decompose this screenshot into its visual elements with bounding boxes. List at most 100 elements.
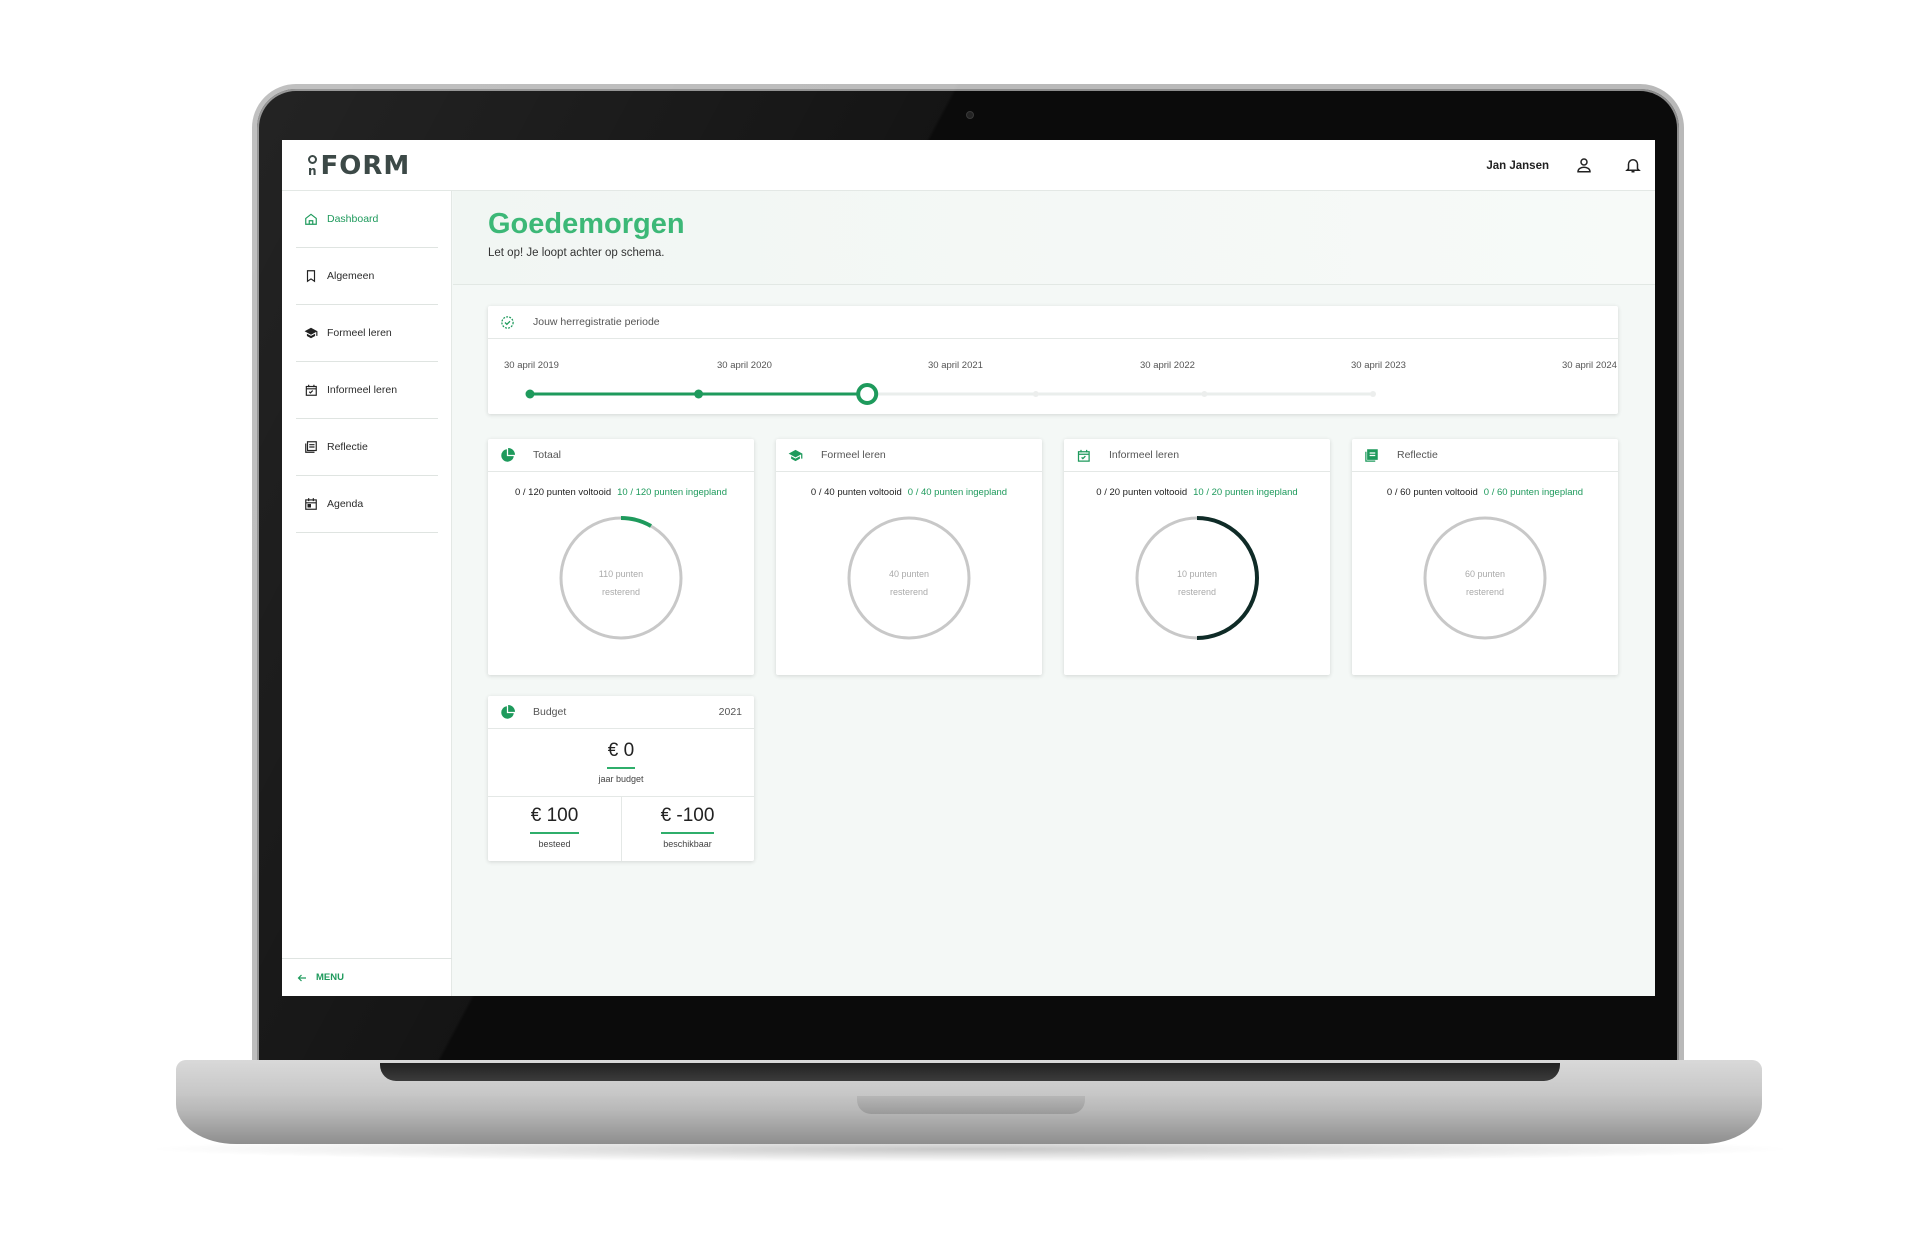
card-header: Reflectie: [1352, 439, 1618, 472]
points-done: 0 / 120 punten voltooid: [514, 487, 612, 498]
app-logo[interactable]: n FORM: [308, 151, 411, 181]
timeline-point-future: [1201, 391, 1208, 397]
logo-text: FORM: [320, 151, 411, 181]
timeline-date: 30 april 2019: [504, 360, 559, 371]
pie-chart-icon: [501, 704, 515, 719]
card-header: Budget 2021: [488, 696, 754, 729]
greeting-header: Goedemorgen Let op! Je loopt achter op s…: [453, 191, 1655, 285]
points-summary: 0 / 40 punten voltooid 0 / 40 punten inge…: [776, 487, 1042, 498]
sidebar-item-label: Formeel leren: [327, 327, 392, 339]
remaining-label: resterend: [1177, 587, 1217, 597]
remaining-value: 40 punten: [888, 569, 930, 579]
points-planned: 10 / 120 punten ingepland: [617, 487, 728, 498]
points-planned: 0 / 40 punten ingepland: [907, 487, 1008, 498]
keyboard-edge: [380, 1063, 1560, 1081]
sidebar-item-label: Dashboard: [327, 213, 379, 225]
spent-value: € 100: [530, 805, 579, 826]
available-label: beschikbaar: [663, 839, 712, 849]
remaining-value: 110 punten: [598, 569, 644, 579]
sidebar-item-label: Agenda: [327, 498, 364, 510]
main-content: Goedemorgen Let op! Je loopt achter op s…: [453, 191, 1655, 996]
points-summary: 0 / 120 punten voltooid 10 / 120 punten i…: [488, 487, 754, 498]
laptop-notch: [857, 1096, 1085, 1114]
sidebar-item-formeel-leren[interactable]: Formeel leren: [296, 305, 438, 362]
card-header: Formeel leren: [776, 439, 1042, 472]
points-planned: 10 / 20 punten ingepland: [1193, 487, 1298, 498]
webcam: [966, 111, 974, 119]
sidebar-item-reflectie[interactable]: Reflectie: [296, 419, 438, 476]
timeline-point-done: [694, 389, 704, 399]
sidebar-item-dashboard[interactable]: Dashboard: [296, 191, 438, 248]
ring-label: 40 punten resterend: [846, 565, 972, 601]
app-screen: n FORM Jan Jansen Dashboard Algemeen For…: [282, 140, 1655, 996]
card-header: Informeel leren: [1064, 439, 1330, 472]
remaining-value: 60 punten: [1464, 569, 1506, 579]
ring-progress-arc: [620, 516, 652, 528]
card-title: Jouw herregistratie periode: [533, 316, 660, 328]
top-bar: n FORM Jan Jansen: [282, 140, 1655, 191]
pie-chart-icon: [501, 447, 515, 462]
timeline-point-current: [856, 383, 879, 405]
sidebar-item-algemeen[interactable]: Algemeen: [296, 248, 438, 305]
points-done: 0 / 60 punten voltooid: [1386, 487, 1478, 498]
available-underline: [661, 832, 714, 834]
stat-card-informeel-leren: Informeel leren 0 / 20 punten voltooid 10…: [1064, 439, 1330, 675]
sidebar-item-label: Reflectie: [327, 441, 368, 453]
annual-budget-underline: [607, 767, 635, 769]
page-title: Goedemorgen: [488, 208, 685, 240]
menu-label: MENU: [316, 972, 344, 983]
points-summary: 0 / 20 punten voltooid 10 / 20 punten ing…: [1064, 487, 1330, 498]
points-summary: 0 / 60 punten voltooid 0 / 60 punten inge…: [1352, 487, 1618, 498]
card-title: Formeel leren: [821, 449, 886, 461]
timeline-date: 30 april 2023: [1351, 360, 1406, 371]
ring-label: 10 punten resterend: [1134, 565, 1260, 601]
budget-year: 2021: [718, 706, 742, 718]
ring-label: 60 punten resterend: [1422, 565, 1548, 601]
home-icon: [305, 213, 317, 225]
registration-period-card: Jouw herregistratie periode 30 april 201…: [488, 306, 1618, 414]
points-done: 0 / 20 punten voltooid: [1096, 487, 1188, 498]
sidebar: Dashboard Algemeen Formeel leren Informe…: [282, 191, 452, 996]
clock-check-icon: [501, 315, 514, 329]
notes-icon: [305, 441, 317, 453]
arrow-left-icon: [297, 974, 306, 981]
spent-label: besteed: [538, 839, 571, 849]
timeline-date: 30 april 2021: [928, 360, 983, 371]
annual-budget-label: jaar budget: [598, 774, 644, 784]
user-icon[interactable]: [1575, 156, 1593, 174]
logo-mark: n: [308, 155, 318, 177]
notes-icon: [1365, 448, 1378, 462]
timeline-date: 30 april 2020: [717, 360, 772, 371]
card-header: Totaal: [488, 439, 754, 472]
timeline-point-future: [1032, 391, 1039, 397]
card-title: Reflectie: [1397, 449, 1438, 461]
stat-card-formeel-leren: Formeel leren 0 / 40 punten voltooid 0 / …: [776, 439, 1042, 675]
remaining-label: resterend: [889, 587, 929, 597]
spent-underline: [530, 832, 579, 834]
remaining-value: 10 punten: [1176, 569, 1218, 579]
timeline-date: 30 april 2022: [1140, 360, 1195, 371]
sidebar-item-label: Algemeen: [327, 270, 375, 282]
available-value: € -100: [660, 805, 715, 826]
sidebar-item-label: Informeel leren: [327, 384, 398, 396]
budget-card: Budget 2021 € 0 jaar budget € 100 bestee…: [488, 696, 754, 861]
remaining-label: resterend: [1465, 587, 1505, 597]
stat-card-reflectie: Reflectie 0 / 60 punten voltooid 0 / 60 p…: [1352, 439, 1618, 675]
graduation-cap-icon: [788, 449, 803, 461]
schedule-warning: Let op! Je loopt achter op schema.: [488, 247, 665, 259]
calendar-check-icon: [305, 384, 317, 396]
timeline-labels: 30 april 2019 30 april 2020 30 april 202…: [504, 360, 1617, 374]
bookmark-icon: [306, 270, 316, 283]
card-title: Informeel leren: [1109, 449, 1180, 461]
sidebar-item-informeel-leren[interactable]: Informeel leren: [296, 362, 438, 419]
points-done: 0 / 40 punten voltooid: [810, 487, 902, 498]
username[interactable]: Jan Jansen: [1486, 160, 1549, 172]
card-header: Jouw herregistratie periode: [488, 306, 1618, 339]
menu-collapse-button[interactable]: MENU: [282, 958, 452, 996]
graduation-cap-icon: [304, 327, 318, 339]
remaining-label: resterend: [601, 587, 641, 597]
timeline-track: [525, 383, 1376, 405]
bell-icon[interactable]: [1624, 156, 1642, 174]
calendar-check-icon: [1077, 449, 1090, 462]
sidebar-item-agenda[interactable]: Agenda: [296, 476, 438, 533]
